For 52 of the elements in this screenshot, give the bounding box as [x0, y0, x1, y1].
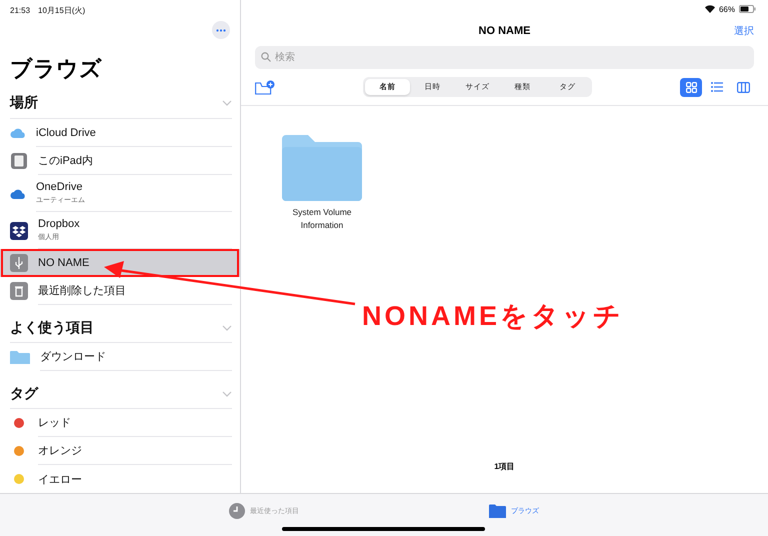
sidebar-item[interactable]: iCloud Drive — [0, 119, 240, 147]
section-header[interactable]: タグ — [10, 371, 232, 409]
item-label: このiPad内 — [38, 154, 94, 168]
cloud-icon — [10, 188, 26, 198]
more-button[interactable] — [212, 21, 230, 39]
sidebar-item[interactable]: 最近削除した項目 — [0, 277, 240, 305]
search-icon — [261, 52, 271, 62]
battery-icon — [739, 5, 756, 13]
battery-percent: 66% — [718, 4, 735, 14]
file-name: System Volume Information — [291, 206, 353, 232]
sidebar-item[interactable]: ダウンロード — [0, 343, 240, 371]
section-title: 場所 — [10, 94, 38, 112]
section-title: タグ — [10, 384, 38, 402]
cloud-icon — [10, 128, 26, 138]
usb-icon — [10, 254, 28, 272]
tablet-icon — [10, 152, 28, 170]
wifi-icon — [704, 5, 715, 13]
view-mode-button[interactable] — [680, 78, 702, 96]
sidebar-title: ブラウズ — [9, 55, 103, 83]
sidebar-item[interactable]: レッド — [0, 409, 240, 437]
item-label: NO NAME — [38, 257, 90, 269]
select-button[interactable]: 選択 — [734, 24, 754, 38]
item-label: 最近削除した項目 — [38, 284, 127, 298]
annotation-text: NONAMEをタッチ — [362, 300, 624, 333]
trash-icon — [10, 282, 28, 300]
section-header[interactable]: 場所 — [10, 88, 232, 119]
section-header[interactable]: よく使う項目 — [10, 305, 232, 343]
item-label: レッド — [38, 416, 72, 430]
clock-icon — [229, 503, 245, 519]
folder-title: NO NAME — [478, 25, 530, 37]
dropbox-icon — [10, 222, 28, 240]
sidebar-item[interactable]: イエロー — [0, 465, 240, 493]
sidebar-item[interactable]: このiPad内 — [0, 147, 240, 175]
list-icon — [711, 82, 723, 92]
item-label: ダウンロード — [40, 350, 107, 364]
item-label: オレンジ — [38, 444, 83, 458]
new-folder-button[interactable] — [255, 80, 275, 94]
section-title: よく使う項目 — [10, 318, 94, 336]
columns-icon — [736, 82, 750, 92]
item-label: iCloud Drive — [36, 126, 97, 138]
search-field[interactable]: 検索 — [255, 46, 754, 69]
item-label: OneDrive — [36, 181, 84, 193]
ellipsis-icon — [216, 28, 226, 32]
sidebar-item[interactable]: オレンジ — [0, 437, 240, 465]
grid-icon — [686, 82, 696, 92]
item-label: イエロー — [38, 472, 83, 486]
item-count: 1項目 — [494, 461, 515, 472]
folder-icon — [489, 504, 506, 518]
folder-icon — [10, 350, 30, 364]
item-label: Dropbox — [38, 218, 81, 230]
status-date: 10月15日(火) — [38, 4, 86, 16]
status-time: 21:53 — [10, 6, 30, 14]
